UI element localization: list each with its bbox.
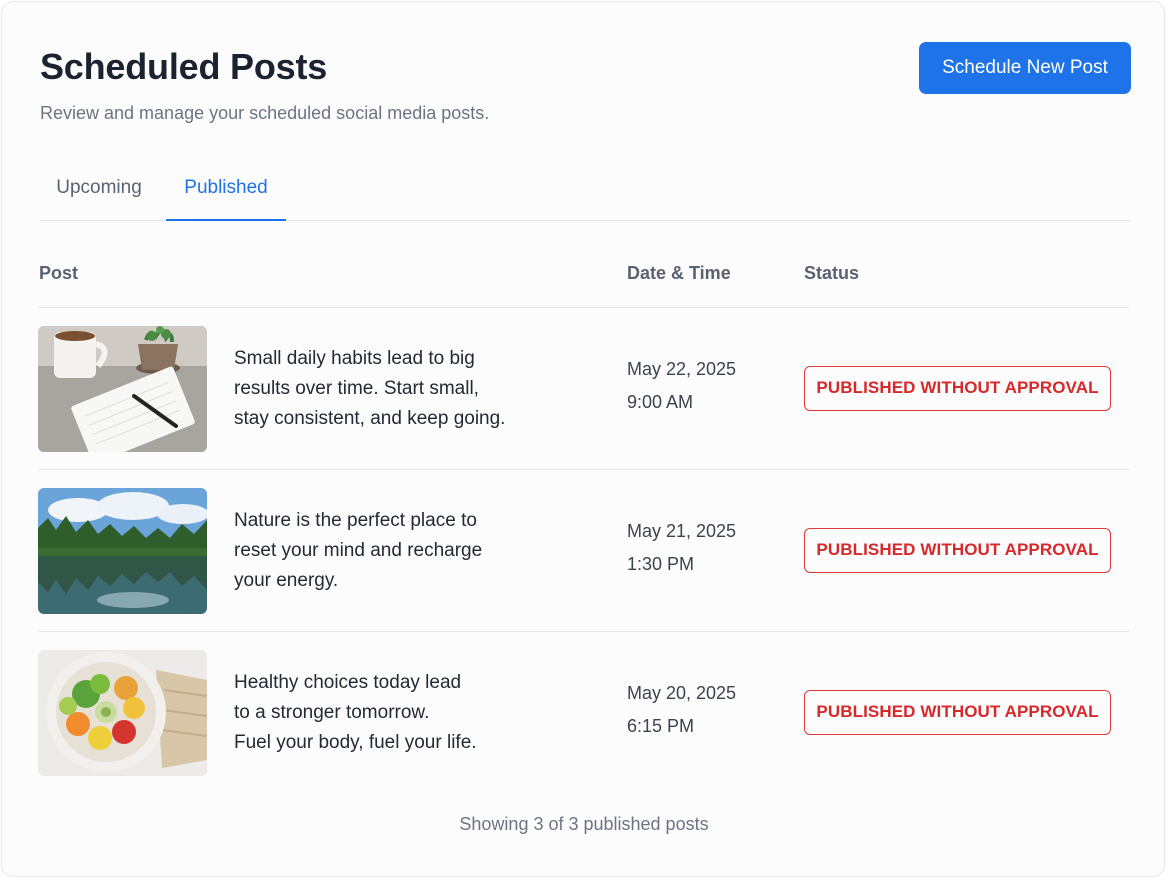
column-header-date-time: Date & Time xyxy=(627,263,731,283)
status-badge: PUBLISHED WITHOUT APPROVAL xyxy=(804,366,1111,411)
table-row[interactable]: Small daily habits lead to big results o… xyxy=(38,308,1129,470)
page-subtitle: Review and manage your scheduled social … xyxy=(40,103,490,123)
post-time: 1:30 PM xyxy=(627,554,695,574)
tab-bar: Upcoming Published xyxy=(40,162,1131,221)
table-row[interactable]: Healthy choices today lead to a stronger… xyxy=(38,632,1129,794)
column-header-status: Status xyxy=(804,263,860,283)
post-datetime: May 20, 2025 6:15 PM xyxy=(627,677,736,743)
pagination-summary: Showing 3 of 3 published posts xyxy=(459,814,709,834)
status-badge: PUBLISHED WITHOUT APPROVAL xyxy=(804,528,1111,573)
post-date: May 20, 2025 xyxy=(627,683,737,703)
table-row[interactable]: Nature is the perfect place to reset you… xyxy=(38,470,1129,632)
page-title: Scheduled Posts xyxy=(40,46,328,87)
status-badge: PUBLISHED WITHOUT APPROVAL xyxy=(804,690,1111,735)
tab-published[interactable]: Published xyxy=(166,162,286,221)
post-time: 9:00 AM xyxy=(627,392,694,412)
schedule-new-post-button[interactable]: Schedule New Post xyxy=(919,42,1131,94)
post-text: Healthy choices today lead to a stronger… xyxy=(234,672,477,753)
post-date: May 22, 2025 xyxy=(627,359,737,379)
post-thumbnail-forest-lake xyxy=(38,488,207,614)
post-datetime: May 22, 2025 9:00 AM xyxy=(627,353,736,419)
post-time: 6:15 PM xyxy=(627,716,695,736)
column-header-post: Post xyxy=(39,263,79,283)
post-thumbnail-salad-bowl xyxy=(38,650,207,776)
post-text: Nature is the perfect place to reset you… xyxy=(234,510,483,591)
post-datetime: May 21, 2025 1:30 PM xyxy=(627,515,736,581)
post-thumbnail-coffee-notebook xyxy=(38,326,207,452)
post-date: May 21, 2025 xyxy=(627,521,737,541)
tab-upcoming[interactable]: Upcoming xyxy=(40,162,158,219)
post-text: Small daily habits lead to big results o… xyxy=(234,348,506,429)
